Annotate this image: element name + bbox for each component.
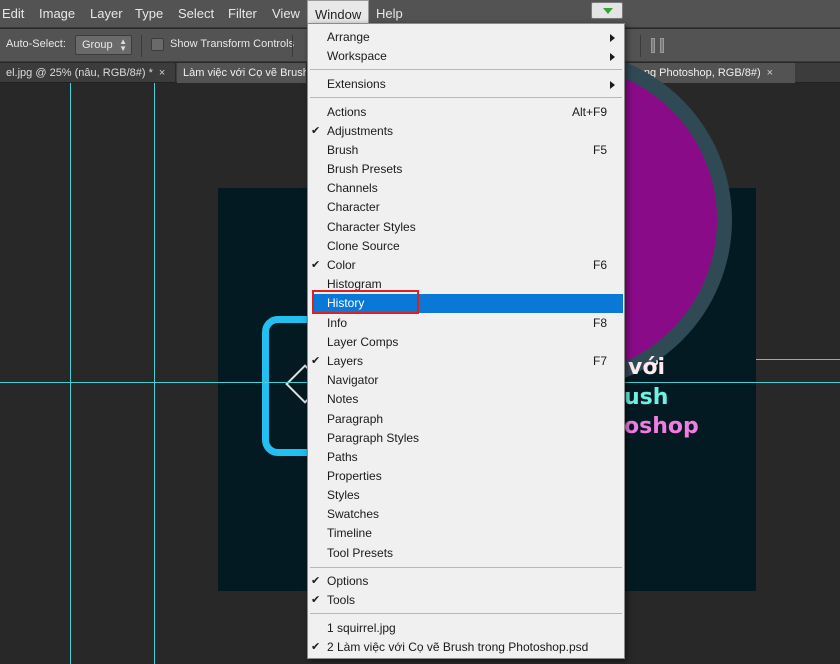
menu-type[interactable]: Type: [128, 0, 170, 28]
chevron-down-icon: [603, 8, 613, 14]
annotation-highlight-box: [312, 290, 419, 314]
menu-item-brush-presets[interactable]: Brush Presets: [308, 160, 624, 179]
tab-brush-doc[interactable]: Làm việc với Cọ vẽ Brush: [177, 63, 307, 83]
menu-separator: [310, 97, 622, 98]
auto-select-label: Auto-Select:: [6, 38, 66, 50]
checkmark-icon: ✔: [311, 125, 321, 137]
guide-horizontal[interactable]: [756, 359, 840, 360]
menu-item-paragraph-styles[interactable]: Paragraph Styles: [308, 429, 624, 448]
distribute-icon[interactable]: [651, 38, 667, 53]
divider: [292, 35, 293, 57]
menu-item-properties[interactable]: Properties: [308, 467, 624, 486]
submenu-arrow-icon: [610, 81, 615, 89]
shortcut: F6: [592, 258, 607, 272]
canvas-text-line3: oshop: [624, 414, 699, 439]
divider: [141, 35, 142, 57]
menu-item-recent-doc-1[interactable]: 1 squirrel.jpg: [308, 619, 624, 638]
tab-label: Làm việc với Cọ vẽ Brush: [183, 67, 307, 79]
menu-separator: [310, 69, 622, 70]
submenu-arrow-icon: [610, 53, 615, 61]
submenu-arrow-icon: [610, 34, 615, 42]
menu-item-tool-presets[interactable]: Tool Presets: [308, 544, 624, 563]
workspace-switcher-button[interactable]: [591, 2, 623, 19]
tab-squirrel[interactable]: el.jpg @ 25% (nâu, RGB/8#) * ×: [0, 63, 176, 83]
checkmark-icon: ✔: [311, 575, 321, 587]
menu-item-layers[interactable]: ✔ Layers F7: [308, 352, 624, 371]
menu-item-styles[interactable]: Styles: [308, 486, 624, 505]
menu-view[interactable]: View: [265, 0, 307, 28]
menu-item-extensions[interactable]: Extensions: [308, 75, 624, 94]
checkmark-icon: ✔: [311, 594, 321, 606]
menu-separator: [310, 613, 622, 614]
shortcut: Alt+F9: [571, 105, 607, 119]
tab-label: el.jpg @ 25% (nâu, RGB/8#) *: [6, 67, 153, 79]
close-icon[interactable]: ×: [159, 67, 165, 79]
menu-item-clone-source[interactable]: Clone Source: [308, 237, 624, 256]
menu-item-adjustments[interactable]: ✔ Adjustments: [308, 122, 624, 141]
menu-item-brush[interactable]: Brush F5: [308, 141, 624, 160]
menu-item-actions[interactable]: Actions Alt+F9: [308, 103, 624, 122]
menu-item-tools[interactable]: ✔ Tools: [308, 591, 624, 610]
menu-item-color[interactable]: ✔ Color F6: [308, 256, 624, 275]
menu-filter[interactable]: Filter: [221, 0, 264, 28]
auto-select-value: Group: [82, 39, 113, 51]
shortcut: F7: [592, 354, 607, 368]
menu-item-timeline[interactable]: Timeline: [308, 524, 624, 543]
checkmark-icon: ✔: [311, 259, 321, 271]
divider: [640, 35, 641, 57]
guide-vertical[interactable]: [70, 83, 71, 664]
menu-item-layer-comps[interactable]: Layer Comps: [308, 333, 624, 352]
updown-arrows-icon: ▲ ▼: [119, 37, 127, 53]
menu-separator: [310, 567, 622, 568]
menu-image[interactable]: Image: [32, 0, 82, 28]
menu-item-swatches[interactable]: Swatches: [308, 505, 624, 524]
menu-item-recent-doc-2[interactable]: ✔ 2 Làm việc với Cọ vẽ Brush trong Photos…: [308, 638, 624, 657]
menu-item-notes[interactable]: Notes: [308, 390, 624, 409]
guide-vertical[interactable]: [154, 83, 155, 664]
menu-edit[interactable]: Edit: [0, 0, 31, 28]
auto-select-dropdown[interactable]: Group ▲ ▼: [75, 35, 132, 55]
menu-item-paragraph[interactable]: Paragraph: [308, 410, 624, 429]
menu-item-info[interactable]: Info F8: [308, 314, 624, 333]
menu-item-options[interactable]: ✔ Options: [308, 572, 624, 591]
menu-item-arrange[interactable]: Arrange: [308, 28, 624, 47]
menu-item-channels[interactable]: Channels: [308, 179, 624, 198]
menu-layer[interactable]: Layer: [83, 0, 130, 28]
menu-select[interactable]: Select: [171, 0, 221, 28]
shortcut: F8: [592, 316, 607, 330]
checkmark-icon: ✔: [311, 355, 321, 367]
menu-item-workspace[interactable]: Workspace: [308, 47, 624, 66]
canvas-text-line2: ush: [624, 385, 669, 410]
menu-item-character[interactable]: Character: [308, 198, 624, 217]
close-icon[interactable]: ×: [767, 67, 773, 79]
menu-item-navigator[interactable]: Navigator: [308, 371, 624, 390]
menu-item-paths[interactable]: Paths: [308, 448, 624, 467]
menu-item-character-styles[interactable]: Character Styles: [308, 218, 624, 237]
show-transform-checkbox[interactable]: [151, 38, 164, 51]
window-menu-dropdown: Arrange Workspace Extensions Actions Alt+…: [307, 23, 625, 659]
canvas-text-line1: với: [628, 355, 665, 380]
shortcut: F5: [592, 143, 607, 157]
checkmark-icon: ✔: [311, 641, 321, 653]
show-transform-label: Show Transform Controls: [170, 38, 295, 50]
